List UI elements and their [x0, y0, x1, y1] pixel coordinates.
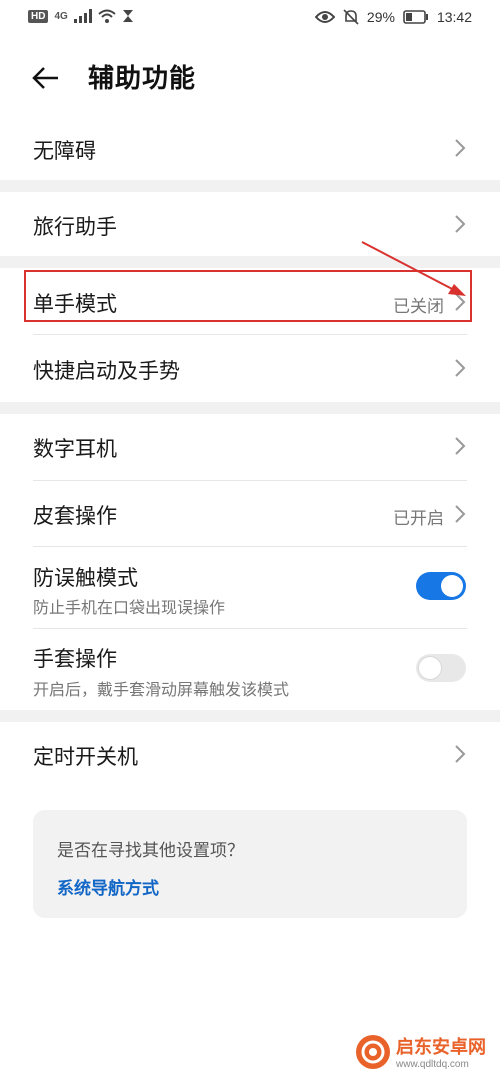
app-header: 辅助功能 [0, 40, 500, 110]
watermark-logo-icon [356, 1034, 390, 1069]
section-gap [0, 180, 500, 192]
watermark: 启东安卓网 www.qdltdq.com [356, 1033, 486, 1070]
list-item-cover-operation[interactable]: 皮套操作 已开启 [0, 484, 500, 544]
chevron-right-icon [455, 215, 466, 233]
status-left: HD 4G [28, 9, 134, 23]
status-value: 已开启 [393, 509, 444, 529]
status-bar: HD 4G 29% 13:42 [0, 0, 500, 36]
list-item-label: 旅行助手 [33, 215, 117, 239]
suggestion-card: 是否在寻找其他设置项？ 系统导航方式 [33, 810, 467, 918]
chevron-right-icon [455, 505, 466, 523]
list-item-label: 快捷启动及手势 [33, 359, 180, 383]
clock-time: 13:42 [436, 9, 472, 25]
chevron-right-icon [455, 139, 466, 157]
arrow-left-icon[interactable] [30, 62, 62, 94]
list-item-label: 定时开关机 [33, 745, 138, 769]
chevron-right-icon [455, 437, 466, 455]
battery-percent: 29% [366, 9, 395, 25]
list-item-scheduled-power[interactable]: 定时开关机 [0, 726, 500, 784]
watermark-name: 启东安卓网 [396, 1037, 486, 1058]
divider [33, 480, 467, 481]
system-navigation-link[interactable]: 系统导航方式 [57, 874, 159, 899]
list-item-label: 数字耳机 [33, 437, 117, 461]
highlight-box [24, 270, 472, 322]
list-item-label: 手套操作 [33, 647, 117, 671]
section-gap [0, 402, 500, 414]
section-gap [0, 256, 500, 268]
list-item-digital-earphone[interactable]: 数字耳机 [0, 418, 500, 476]
toggle-knob [419, 657, 441, 679]
list-item-accidental-touch: 防误触模式 防止手机在口袋出现误操作 [0, 548, 500, 626]
network-type: 4G [54, 10, 68, 22]
watermark-url: www.qdltdq.com [396, 1059, 469, 1070]
wifi-icon [98, 9, 116, 23]
toggle-knob [441, 575, 463, 597]
divider [33, 546, 467, 547]
watermark-text: 启东安卓网 www.qdltdq.com [396, 1033, 486, 1070]
eye-icon [314, 11, 335, 23]
status-right: 29% 13:42 [314, 9, 472, 25]
page-title: 辅助功能 [88, 64, 197, 94]
chevron-right-icon [455, 745, 466, 763]
accidental-touch-toggle[interactable] [416, 572, 466, 600]
section-gap [0, 710, 500, 722]
suggestion-question: 是否在寻找其他设置项？ [57, 841, 244, 861]
list-item-label: 防误触模式 [33, 566, 138, 590]
hourglass-icon [122, 10, 133, 22]
divider [33, 334, 467, 335]
list-item-subtitle: 开启后，戴手套滑动屏幕触发该模式 [33, 680, 290, 699]
glove-mode-toggle[interactable] [416, 654, 466, 682]
signal-icon [73, 9, 92, 23]
hd-badge: HD [28, 9, 49, 23]
list-item-accessibility[interactable]: 无障碍 [0, 120, 500, 176]
divider [33, 628, 467, 629]
mute-bell-icon [343, 9, 359, 25]
list-item-travel-assistant[interactable]: 旅行助手 [0, 196, 500, 252]
list-item-subtitle: 防止手机在口袋出现误操作 [33, 598, 226, 617]
list-item-glove-mode: 手套操作 开启后，戴手套滑动屏幕触发该模式 [0, 630, 500, 708]
list-item-label: 皮套操作 [33, 504, 117, 528]
list-item-shortcuts-gestures[interactable]: 快捷启动及手势 [0, 338, 500, 396]
battery-icon [403, 10, 428, 24]
list-item-label: 无障碍 [33, 139, 96, 163]
chevron-right-icon [455, 359, 466, 377]
